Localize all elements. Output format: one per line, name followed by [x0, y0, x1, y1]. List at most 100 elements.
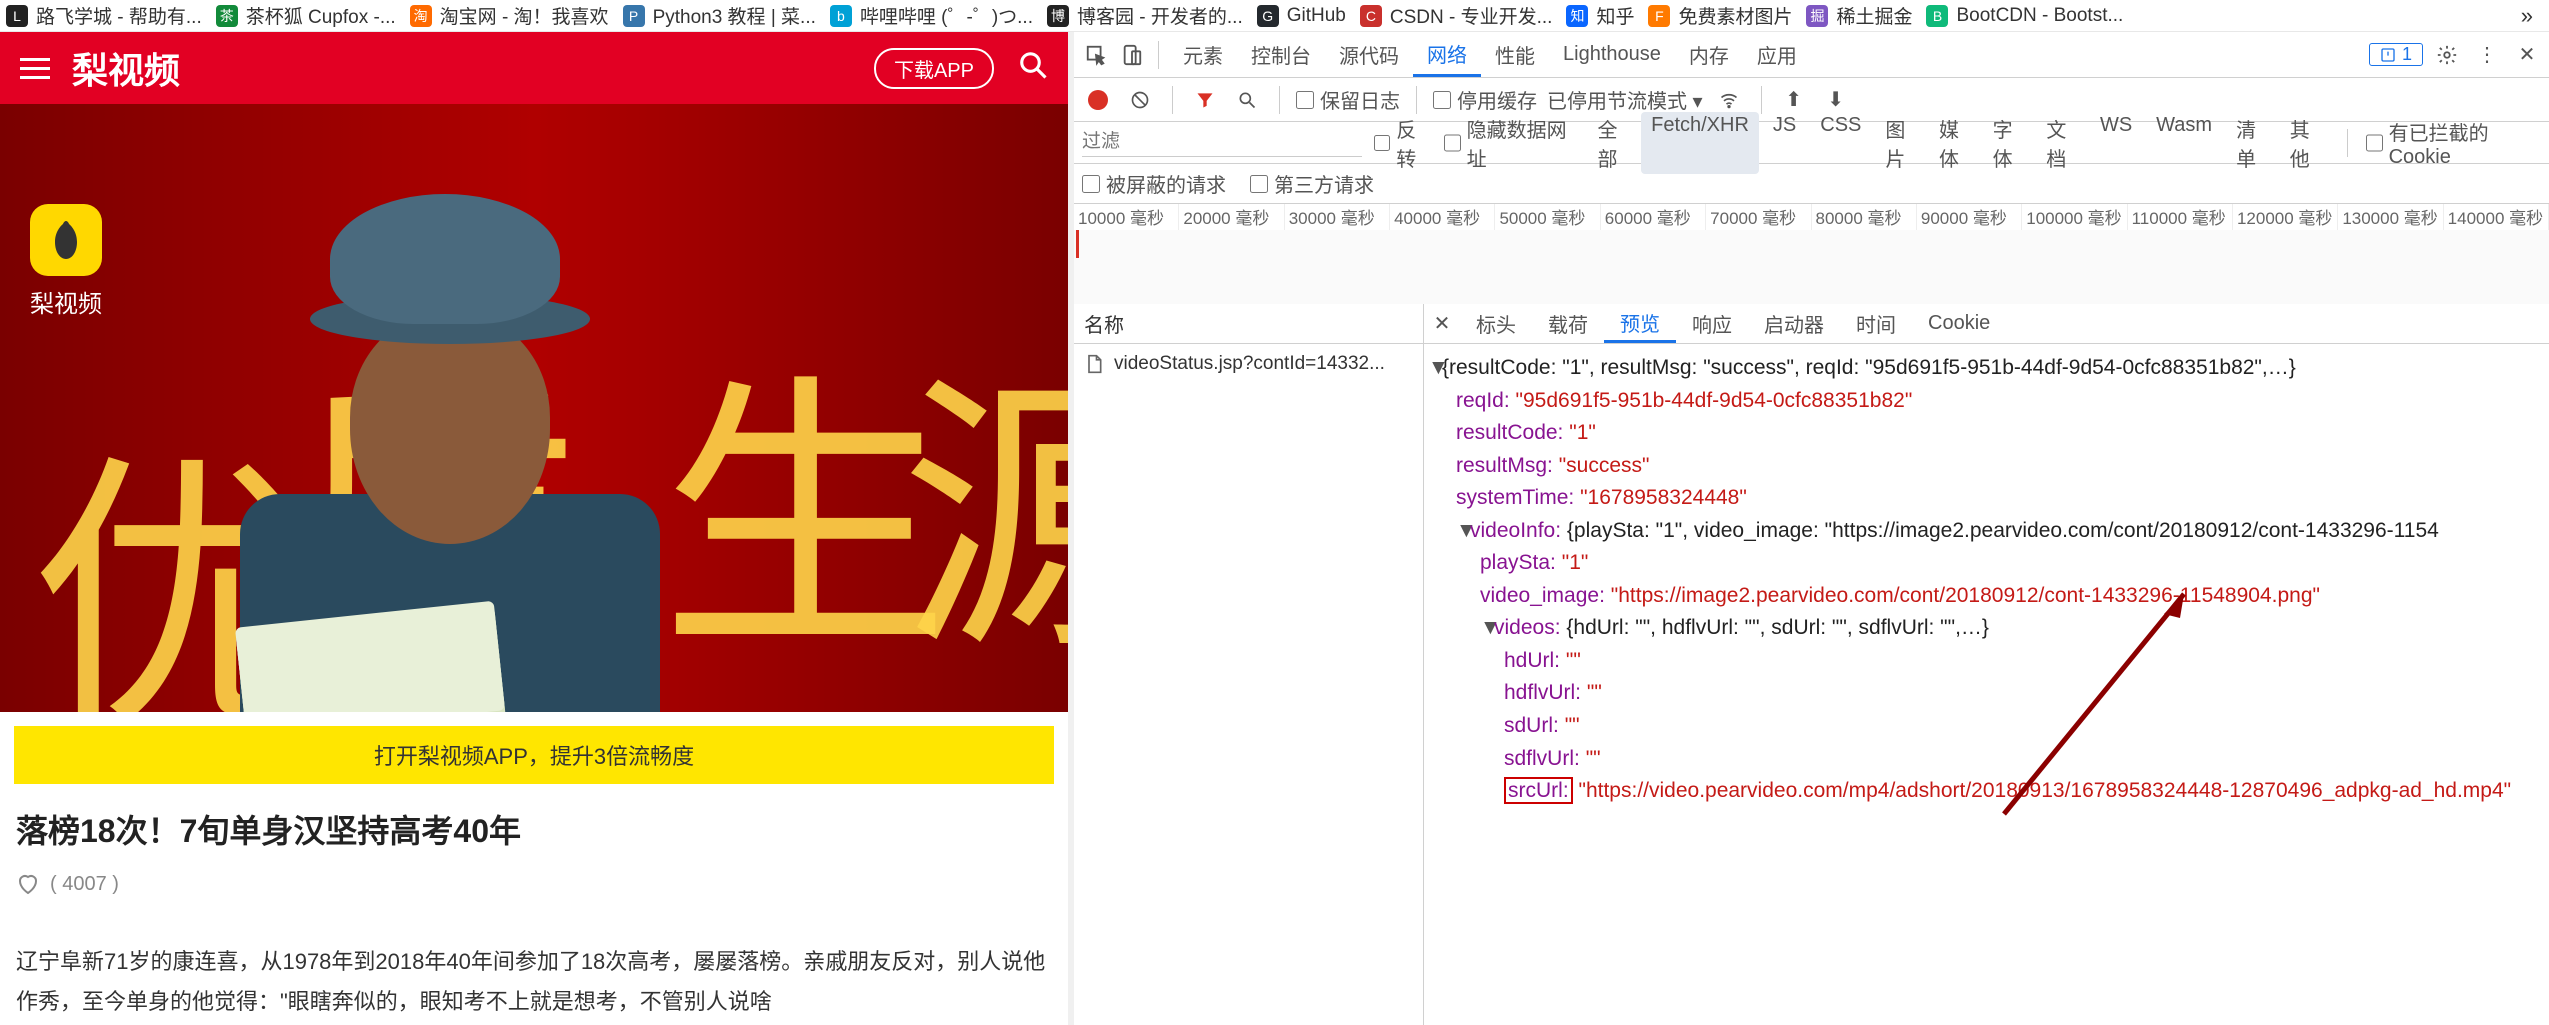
more-icon[interactable]: ⋮ — [2471, 39, 2503, 71]
bookmark-item[interactable]: L路飞学城 - 帮助有... — [6, 2, 202, 29]
devtools-pane: 元素控制台源代码网络性能Lighthouse内存应用 1 ⋮ ✕ 保留日志 停用… — [1074, 32, 2549, 1025]
bookmarks-overflow[interactable]: » — [2511, 3, 2543, 29]
search-icon[interactable] — [1018, 50, 1048, 86]
bookmark-label: 茶杯狐 Cupfox -... — [246, 2, 396, 29]
record-icon[interactable] — [1082, 84, 1114, 116]
response-tabbar: ✕ 标头载荷预览响应启动器时间Cookie — [1424, 304, 2549, 344]
bookmark-label: 博客园 - 开发者的... — [1077, 2, 1243, 29]
bookmark-item[interactable]: BBootCDN - Bootst... — [1926, 5, 2123, 27]
page-header: 梨视频 下载APP — [0, 32, 1068, 104]
response-tab[interactable]: 启动器 — [1748, 304, 1840, 343]
close-devtools-icon[interactable]: ✕ — [2511, 39, 2543, 71]
response-tab[interactable]: 响应 — [1676, 304, 1748, 343]
timeline-tick: 10000 毫秒 — [1074, 204, 1179, 230]
blocked-requests-checkbox[interactable]: 被屏蔽的请求 — [1082, 169, 1226, 198]
brand-overlay-text: 梨视频 — [30, 284, 102, 319]
invert-checkbox[interactable]: 反转 — [1374, 114, 1432, 172]
inspect-element-icon[interactable] — [1080, 39, 1112, 71]
clear-icon[interactable] — [1124, 84, 1156, 116]
settings-icon[interactable] — [2431, 39, 2463, 71]
timeline-tick: 90000 毫秒 — [1917, 204, 2022, 230]
network-timeline[interactable]: 10000 毫秒20000 毫秒30000 毫秒40000 毫秒50000 毫秒… — [1074, 204, 2549, 304]
issues-badge[interactable]: 1 — [2369, 43, 2423, 66]
timeline-tick: 70000 毫秒 — [1706, 204, 1811, 230]
response-tab[interactable]: 载荷 — [1532, 304, 1604, 343]
timeline-tick: 50000 毫秒 — [1495, 204, 1600, 230]
pear-logo-icon — [30, 204, 102, 276]
bookmark-item[interactable]: b哔哩哔哩 (゜-゜)つ... — [830, 2, 1033, 29]
brand-overlay: 梨视频 — [30, 204, 102, 319]
response-tab[interactable]: 预览 — [1604, 304, 1676, 343]
download-app-button[interactable]: 下载APP — [874, 48, 994, 89]
article-title: 落榜18次！7旬单身汉坚持高考40年 — [16, 806, 1052, 852]
json-preview[interactable]: ▼{resultCode: "1", resultMsg: "success",… — [1424, 344, 2549, 1025]
site-logo-text[interactable]: 梨视频 — [72, 42, 180, 94]
bookmark-item[interactable]: F免费素材图片 — [1648, 2, 1792, 29]
devtools-tab-性能[interactable]: 性能 — [1481, 32, 1549, 77]
article: 落榜18次！7旬单身汉坚持高考40年 ( 4007 ) 辽宁阜新71岁的康连喜，… — [0, 784, 1068, 1021]
request-name: videoStatus.jsp?contId=14332... — [1114, 353, 1385, 375]
network-filter-row: 反转 隐藏数据网址 全部Fetch/XHRJSCSS图片媒体字体文档WSWasm… — [1074, 122, 2549, 164]
bookmark-label: CSDN - 专业开发... — [1390, 2, 1553, 29]
timeline-tick: 100000 毫秒 — [2022, 204, 2127, 230]
bookmark-item[interactable]: PPython3 教程 | 菜... — [623, 2, 816, 29]
filter-input[interactable] — [1082, 129, 1362, 157]
devtools-tab-控制台[interactable]: 控制台 — [1237, 32, 1325, 77]
video-player[interactable]: 优质生源 梨视频 — [0, 104, 1068, 712]
search-devtools-icon[interactable] — [1231, 84, 1263, 116]
timeline-tick: 120000 毫秒 — [2233, 204, 2338, 230]
timeline-tick: 40000 毫秒 — [1390, 204, 1495, 230]
disable-cache-checkbox[interactable]: 停用缓存 — [1433, 85, 1537, 114]
bookmarks-bar: L路飞学城 - 帮助有... 茶茶杯狐 Cupfox -... 淘淘宝网 - 淘… — [0, 0, 2549, 32]
annotation-arrow — [1984, 574, 2244, 834]
third-party-checkbox[interactable]: 第三方请求 — [1250, 169, 1374, 198]
timeline-tick: 20000 毫秒 — [1179, 204, 1284, 230]
response-tab[interactable]: Cookie — [1912, 304, 2006, 343]
bookmark-label: 路飞学城 - 帮助有... — [36, 2, 202, 29]
close-response-icon[interactable]: ✕ — [1424, 311, 1460, 336]
filter-icon[interactable] — [1189, 84, 1221, 116]
srcurl-highlight: srcUrl: — [1504, 777, 1573, 804]
bookmark-item[interactable]: 淘淘宝网 - 淘！我喜欢 — [410, 2, 609, 29]
throttling-select[interactable]: 已停用节流模式 ▾ — [1547, 85, 1703, 114]
device-toggle-icon[interactable] — [1116, 39, 1148, 71]
bookmark-item[interactable]: 掘稀土掘金 — [1806, 2, 1912, 29]
timeline-tick: 60000 毫秒 — [1601, 204, 1706, 230]
file-icon — [1084, 354, 1104, 374]
devtools-tab-元素[interactable]: 元素 — [1169, 32, 1237, 77]
response-tab[interactable]: 标头 — [1460, 304, 1532, 343]
bookmark-item[interactable]: 知知乎 — [1566, 2, 1634, 29]
bookmark-label: BootCDN - Bootst... — [1956, 5, 2123, 27]
like-count[interactable]: ( 4007 ) — [16, 872, 1052, 896]
request-list-header[interactable]: 名称 — [1074, 304, 1423, 344]
bookmark-item[interactable]: CCSDN - 专业开发... — [1360, 2, 1553, 29]
hide-data-urls-checkbox[interactable]: 隐藏数据网址 — [1444, 114, 1575, 172]
bookmark-label: 知乎 — [1596, 2, 1634, 29]
blocked-cookies-checkbox[interactable]: 有已拦截的 Cookie — [2366, 117, 2541, 169]
timeline-tick: 80000 毫秒 — [1812, 204, 1917, 230]
bookmark-label: 淘宝网 - 淘！我喜欢 — [440, 2, 609, 29]
devtools-tabbar: 元素控制台源代码网络性能Lighthouse内存应用 1 ⋮ ✕ — [1074, 32, 2549, 78]
timeline-tick: 140000 毫秒 — [2444, 204, 2549, 230]
devtools-tab-网络[interactable]: 网络 — [1413, 32, 1481, 77]
issues-count: 1 — [2402, 44, 2412, 65]
bookmark-label: 哔哩哔哩 (゜-゜)つ... — [860, 2, 1033, 29]
bookmark-item[interactable]: 博博客园 - 开发者的... — [1047, 2, 1243, 29]
page-pane: 梨视频 下载APP 优质生源 梨视频 打开梨视频APP，提升3倍流畅度 落榜18… — [0, 32, 1068, 1025]
timeline-tick: 110000 毫秒 — [2128, 204, 2233, 230]
devtools-tab-源代码[interactable]: 源代码 — [1325, 32, 1413, 77]
bookmark-label: Python3 教程 | 菜... — [653, 2, 816, 29]
request-row[interactable]: videoStatus.jsp?contId=14332... — [1074, 344, 1423, 384]
response-tab[interactable]: 时间 — [1840, 304, 1912, 343]
heart-icon — [16, 872, 40, 896]
bookmark-item[interactable]: 茶茶杯狐 Cupfox -... — [216, 2, 396, 29]
devtools-tab-内存[interactable]: 内存 — [1675, 32, 1743, 77]
open-app-banner[interactable]: 打开梨视频APP，提升3倍流畅度 — [14, 726, 1054, 784]
like-number: ( 4007 ) — [50, 873, 119, 896]
bookmark-item[interactable]: GGitHub — [1257, 5, 1346, 27]
devtools-tab-应用[interactable]: 应用 — [1743, 32, 1811, 77]
timeline-tick: 30000 毫秒 — [1285, 204, 1390, 230]
preserve-log-checkbox[interactable]: 保留日志 — [1296, 85, 1400, 114]
menu-icon[interactable] — [20, 58, 50, 79]
devtools-tab-Lighthouse[interactable]: Lighthouse — [1549, 32, 1675, 77]
